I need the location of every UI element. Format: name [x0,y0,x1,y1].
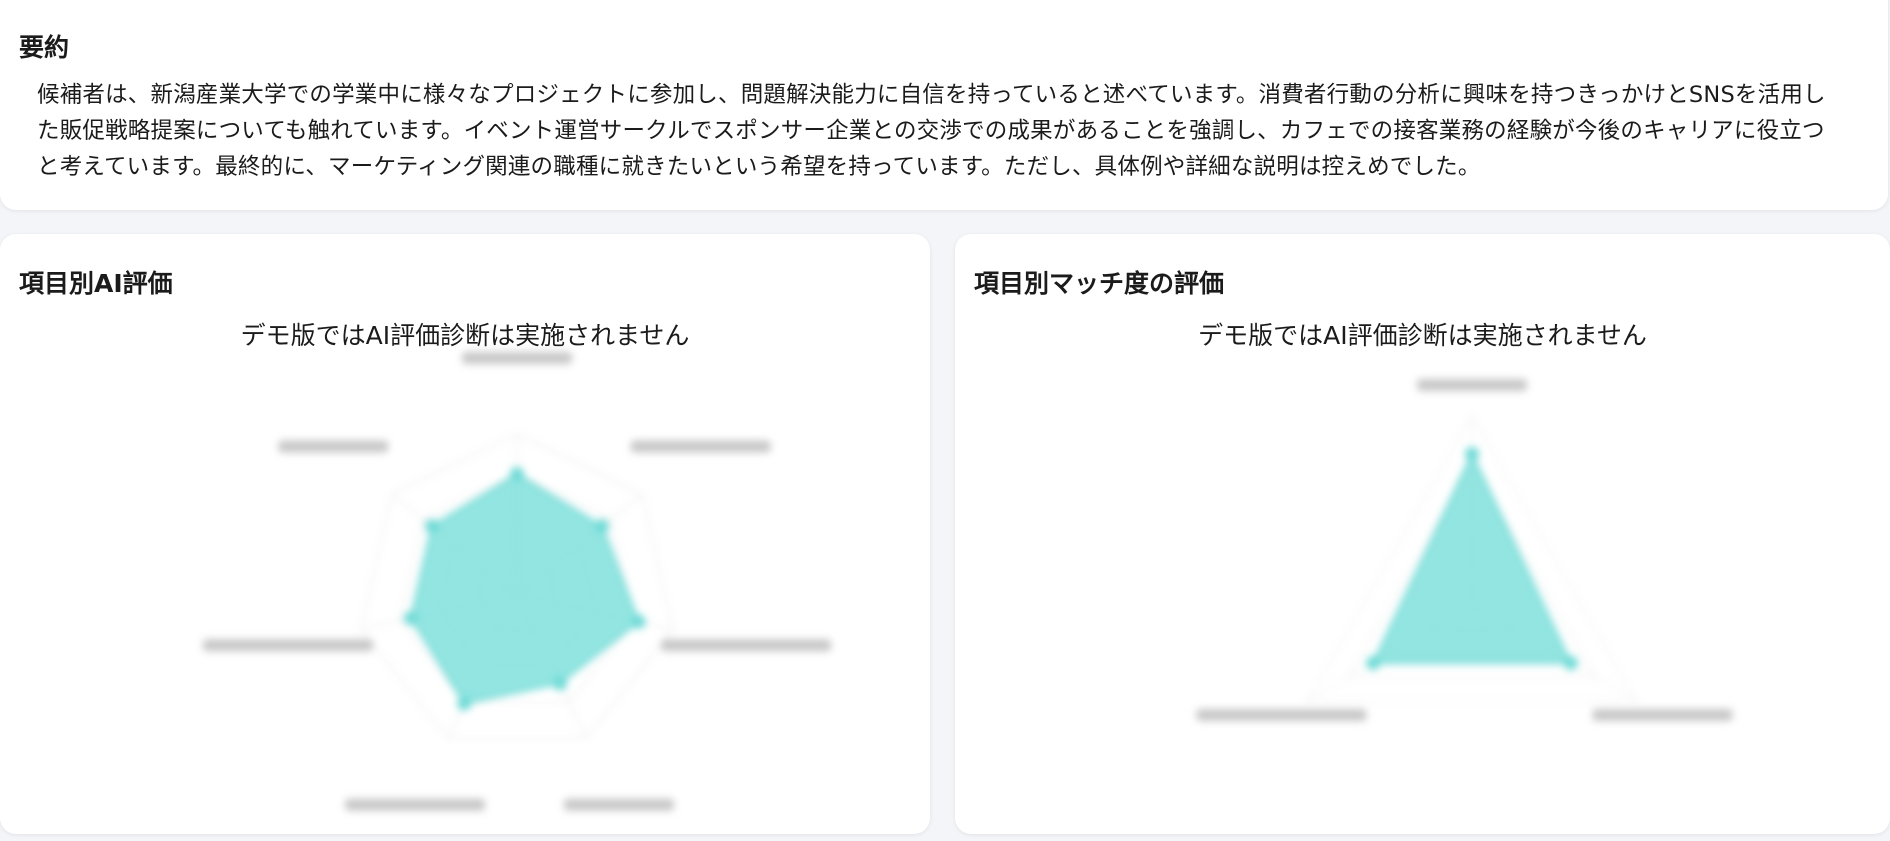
radar-data-point [403,611,418,626]
radar-series-area [1371,451,1573,664]
radar-axis-label [202,639,373,652]
summary-title: 要約 [19,33,70,62]
radar-axis-label [661,639,832,652]
radar-data-point [457,696,472,711]
match-evaluation-radar-chart [1196,379,1733,721]
radar-data-point [510,467,524,481]
radar-data-point [595,519,610,534]
radar-axis-label [345,798,486,811]
ai-evaluation-radar-chart [202,352,832,811]
radar-data-point [1563,656,1578,670]
radar-axis-label [630,440,771,453]
match-evaluation-card: 項目別マッチ度の評価 デモ版ではAI評価診断は実施されません [955,234,1890,834]
ai-evaluation-card: 項目別AI評価 デモ版ではAI評価診断は実施されません [0,234,930,834]
summary-text: 候補者は、新潟産業大学での学業中に様々なプロジェクトに参加し、問題解決能力に自信… [37,82,1826,180]
radar-data-point [631,614,646,629]
radar-axis-label [1592,709,1733,721]
radar-axis-label [1417,379,1527,391]
radar-axis-label [462,352,572,364]
radar-data-point [1465,447,1479,461]
radar-data-point [424,519,439,534]
radar-data-point [553,676,568,691]
radar-axis-label [1196,709,1367,721]
radar-axis-label [278,440,389,453]
radar-axis-label [563,798,674,811]
summary-card: 要約 候補者は、新潟産業大学での学業中に様々なプロジェクトに参加し、問題解決能力… [0,0,1888,210]
radar-data-point [1366,656,1381,670]
